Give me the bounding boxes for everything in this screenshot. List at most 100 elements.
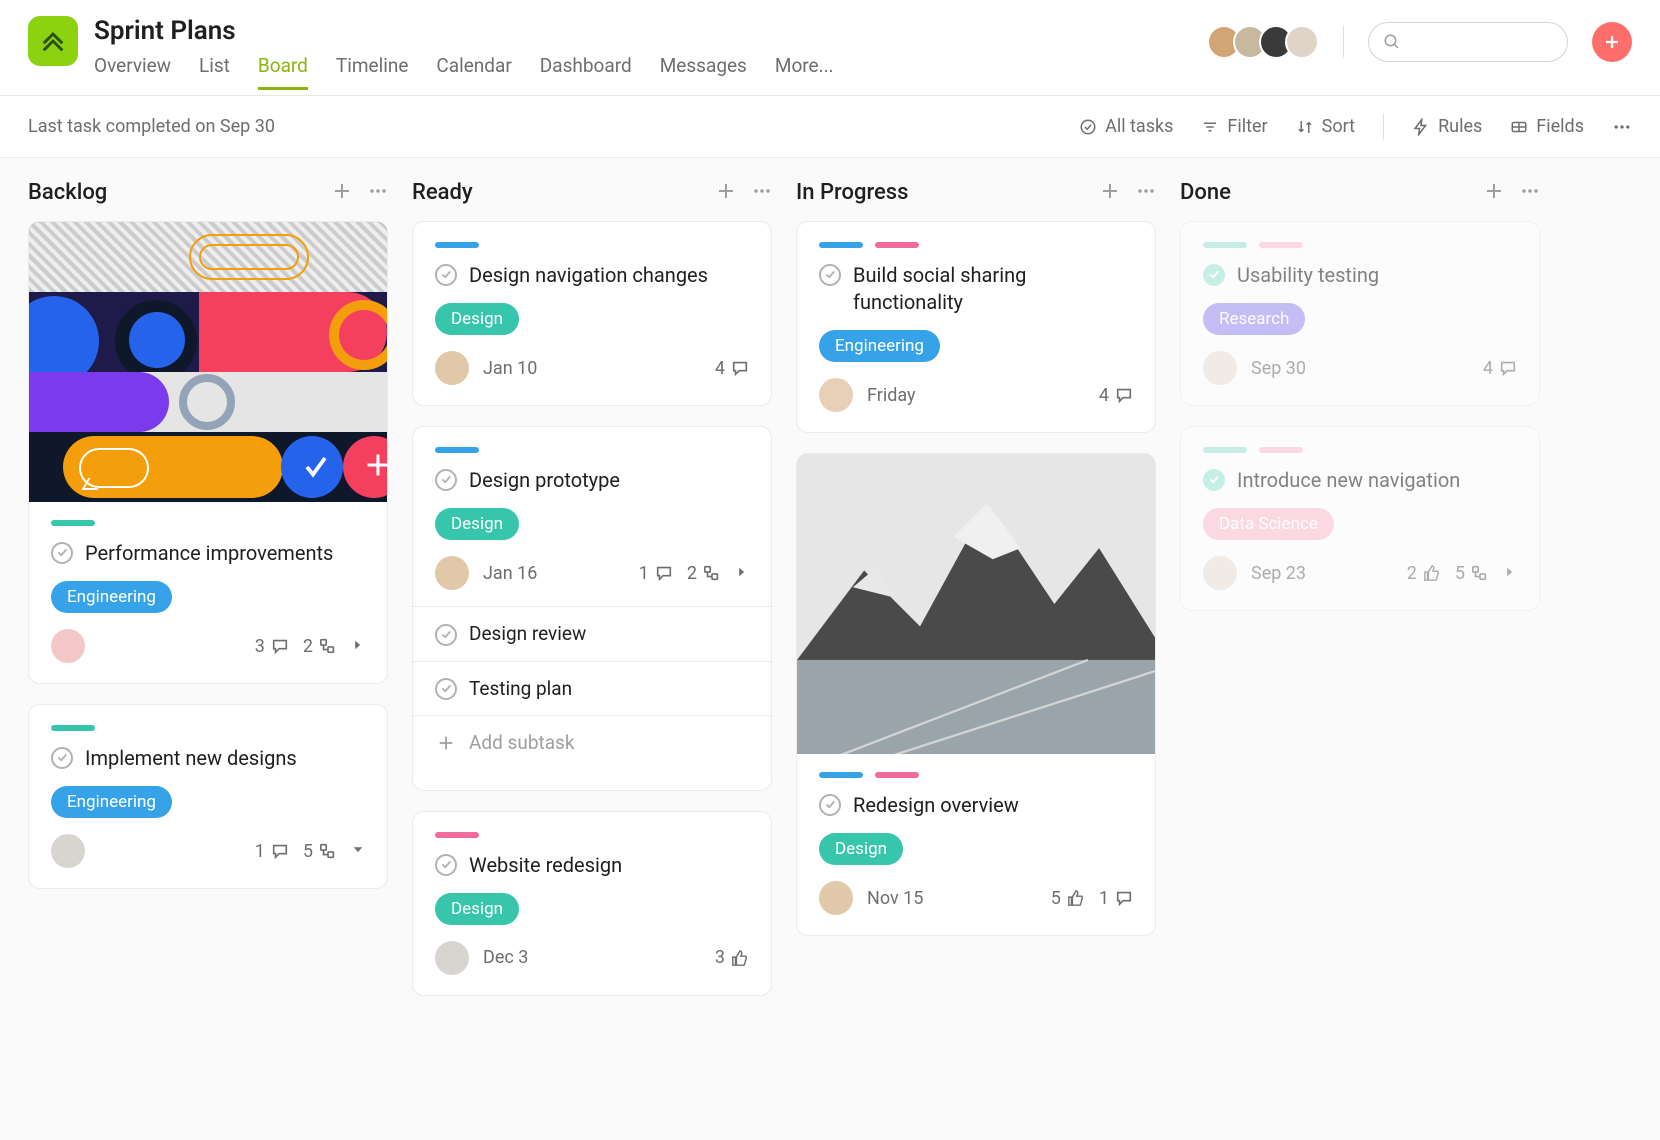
add-subtask-button[interactable]: Add subtask xyxy=(413,716,771,770)
task-check-icon[interactable] xyxy=(435,469,457,491)
rules-button[interactable]: Rules xyxy=(1412,116,1482,137)
task-tag[interactable]: Design xyxy=(435,303,519,335)
assignee-avatar[interactable] xyxy=(51,629,85,663)
task-tag[interactable]: Engineering xyxy=(51,786,172,818)
task-check-icon[interactable] xyxy=(1203,469,1225,491)
filter-label: Filter xyxy=(1227,116,1267,137)
subtask-item[interactable]: Testing plan xyxy=(413,662,771,717)
column-more-button[interactable] xyxy=(368,181,388,205)
project-bar xyxy=(435,242,479,248)
task-title: Design navigation changes xyxy=(469,262,708,289)
tab-messages[interactable]: Messages xyxy=(660,54,747,90)
tab-overview[interactable]: Overview xyxy=(94,54,171,90)
comments-stat[interactable]: 3 xyxy=(255,636,289,657)
search-input[interactable] xyxy=(1368,22,1568,62)
task-card[interactable]: Implement new designs Engineering 1 5 xyxy=(28,704,388,889)
more-button[interactable] xyxy=(1612,117,1632,137)
column-actions xyxy=(332,181,388,205)
fields-icon xyxy=(1510,118,1528,136)
comments-stat[interactable]: 4 xyxy=(1099,385,1133,406)
task-tag[interactable]: Design xyxy=(435,508,519,540)
tab-list[interactable]: List xyxy=(199,54,230,90)
column-add-button[interactable] xyxy=(716,181,736,205)
column-actions xyxy=(716,181,772,205)
subtasks-stat[interactable]: 5 xyxy=(1455,563,1489,584)
comments-stat[interactable]: 1 xyxy=(255,841,289,862)
task-check-icon[interactable] xyxy=(1203,264,1225,286)
member-avatars[interactable] xyxy=(1207,25,1319,59)
expand-icon[interactable] xyxy=(1503,563,1517,584)
subtasks-stat[interactable]: 2 xyxy=(303,636,337,657)
task-card[interactable]: Introduce new navigation Data Science Se… xyxy=(1180,426,1540,611)
comments-stat[interactable]: 1 xyxy=(639,563,673,584)
column-add-button[interactable] xyxy=(1484,181,1504,205)
add-button[interactable] xyxy=(1592,22,1632,62)
column-more-button[interactable] xyxy=(1136,181,1156,205)
assignee-avatar[interactable] xyxy=(1203,556,1237,590)
task-card[interactable]: Design prototype Design Jan 16 1 2 Desig… xyxy=(412,426,772,791)
task-tag[interactable]: Research xyxy=(1203,303,1305,335)
comments-stat[interactable]: 4 xyxy=(1483,358,1517,379)
collapse-icon[interactable] xyxy=(351,841,365,862)
comments-stat[interactable]: 1 xyxy=(1099,888,1133,909)
assignee-avatar[interactable] xyxy=(51,834,85,868)
task-card[interactable]: Website redesign Design Dec 3 3 xyxy=(412,811,772,996)
expand-icon[interactable] xyxy=(351,636,365,657)
project-logo[interactable] xyxy=(28,16,78,66)
likes-stat[interactable]: 3 xyxy=(715,947,749,968)
task-card[interactable]: Usability testing Research Sep 30 4 xyxy=(1180,221,1540,406)
subtasks-stat[interactable]: 2 xyxy=(687,563,721,584)
tab-dashboard[interactable]: Dashboard xyxy=(540,54,632,90)
task-card[interactable]: Performance improvements Engineering 3 2 xyxy=(28,221,388,684)
expand-icon[interactable] xyxy=(735,563,749,584)
task-check-icon[interactable] xyxy=(51,747,73,769)
task-check-icon[interactable] xyxy=(51,542,73,564)
tab-board[interactable]: Board xyxy=(258,54,308,90)
task-tag[interactable]: Design xyxy=(435,893,519,925)
assignee-avatar[interactable] xyxy=(435,351,469,385)
toolbar: Last task completed on Sep 30 All tasks … xyxy=(0,96,1660,158)
task-card[interactable]: Build social sharing functionality Engin… xyxy=(796,221,1156,433)
task-meta: Jan 10 4 xyxy=(435,351,749,385)
column-more-button[interactable] xyxy=(1520,181,1540,205)
assignee-avatar[interactable] xyxy=(819,378,853,412)
task-tag[interactable]: Engineering xyxy=(819,330,940,362)
task-check-icon[interactable] xyxy=(435,854,457,876)
tab-calendar[interactable]: Calendar xyxy=(436,54,511,90)
more-icon xyxy=(1612,117,1632,137)
task-tag[interactable]: Data Science xyxy=(1203,508,1334,540)
task-card[interactable]: Design navigation changes Design Jan 10 … xyxy=(412,221,772,406)
task-title: Website redesign xyxy=(469,852,622,879)
likes-stat[interactable]: 5 xyxy=(1051,888,1085,909)
all-tasks-button[interactable]: All tasks xyxy=(1079,116,1173,137)
assignee-avatar[interactable] xyxy=(435,941,469,975)
column-add-button[interactable] xyxy=(332,181,352,205)
sort-button[interactable]: Sort xyxy=(1296,116,1355,137)
task-card[interactable]: Redesign overview Design Nov 15 5 1 xyxy=(796,453,1156,936)
project-bars xyxy=(435,447,749,453)
subtasks-stat[interactable]: 5 xyxy=(303,841,337,862)
tab-more[interactable]: More... xyxy=(775,54,834,90)
column-header: Backlog xyxy=(28,180,388,205)
task-check-icon[interactable] xyxy=(435,624,457,646)
avatar[interactable] xyxy=(1285,25,1319,59)
project-bars xyxy=(435,242,749,248)
task-check-icon[interactable] xyxy=(435,678,457,700)
likes-stat[interactable]: 2 xyxy=(1407,563,1441,584)
task-tag[interactable]: Design xyxy=(819,833,903,865)
assignee-avatar[interactable] xyxy=(1203,351,1237,385)
assignee-avatar[interactable] xyxy=(819,881,853,915)
task-tag[interactable]: Engineering xyxy=(51,581,172,613)
assignee-avatar[interactable] xyxy=(435,556,469,590)
column-add-button[interactable] xyxy=(1100,181,1120,205)
filter-button[interactable]: Filter xyxy=(1201,116,1267,137)
task-check-icon[interactable] xyxy=(819,264,841,286)
task-check-icon[interactable] xyxy=(819,794,841,816)
tab-timeline[interactable]: Timeline xyxy=(336,54,409,90)
fields-button[interactable]: Fields xyxy=(1510,116,1584,137)
subtask-item[interactable]: Design review xyxy=(413,607,771,662)
column-more-button[interactable] xyxy=(752,181,772,205)
task-check-icon[interactable] xyxy=(435,264,457,286)
comments-stat[interactable]: 4 xyxy=(715,358,749,379)
card-list: Usability testing Research Sep 30 4 Intr… xyxy=(1180,221,1540,611)
